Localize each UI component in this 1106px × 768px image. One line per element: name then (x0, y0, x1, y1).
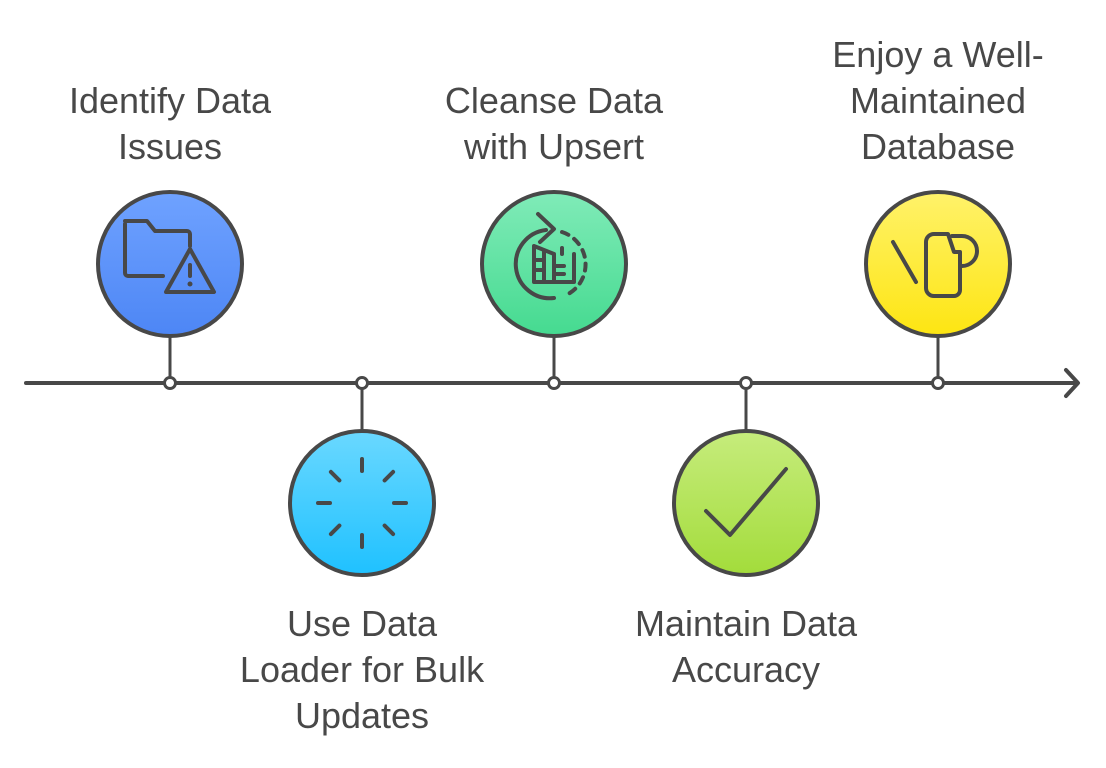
timeline-node (163, 376, 177, 390)
step-circle (864, 190, 1012, 338)
timeline-step-enjoy (864, 190, 1012, 390)
step-label-line: Accuracy (671, 649, 821, 690)
timeline-node (931, 376, 945, 390)
step-label-line: Issues (117, 126, 223, 167)
timeline-step-upsert (480, 190, 628, 390)
timeline-node (739, 376, 753, 390)
timeline-node (355, 376, 369, 390)
step-label-line: Database (860, 126, 1016, 167)
step-circle (672, 429, 820, 577)
step-label-data-loader: Use Data Loader for Bulk Updates (202, 601, 522, 739)
step-circle (96, 190, 244, 338)
step-label-line: Identify Data (68, 80, 272, 121)
step-label-line: Loader for Bulk (239, 649, 485, 690)
step-label-accuracy: Maintain Data Accuracy (586, 601, 906, 693)
step-label-line: Enjoy a Well- (832, 34, 1044, 75)
step-circle (288, 429, 436, 577)
step-label-line: Use Data (286, 603, 438, 644)
timeline-step-data-loader (288, 376, 436, 577)
step-label-line: Maintained (849, 80, 1027, 121)
step-label-line: Maintain Data (634, 603, 858, 644)
step-label-line: with Upsert (463, 126, 645, 167)
timeline-node (547, 376, 561, 390)
step-label-upsert: Cleanse Data with Upsert (394, 78, 714, 170)
step-label-line: Updates (294, 695, 430, 736)
step-label-line: Cleanse Data (444, 80, 664, 121)
step-label-identify: Identify Data Issues (10, 78, 330, 170)
step-label-enjoy: Enjoy a Well- Maintained Database (778, 32, 1098, 170)
timeline-step-identify (96, 190, 244, 390)
timeline-step-accuracy (672, 376, 820, 577)
